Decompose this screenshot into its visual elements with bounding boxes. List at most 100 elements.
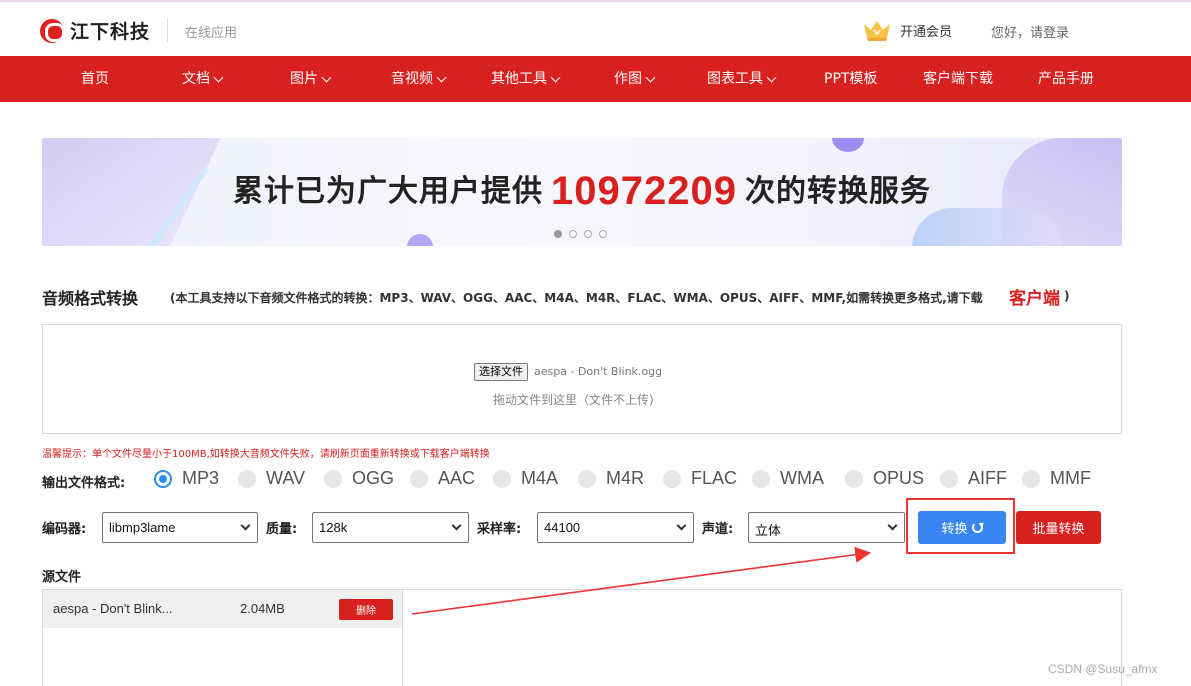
nav-item-ppt-templates[interactable]: PPT模板 bbox=[824, 56, 877, 102]
format-label: M4A bbox=[521, 468, 559, 488]
vip-label: 开通会员 bbox=[900, 24, 953, 40]
format-label: WAV bbox=[266, 468, 305, 488]
site-header: 江下科技 在线应用 开通会员 您好，请登录 bbox=[0, 2, 1191, 56]
source-file-name: aespa - Don't Blink... bbox=[53, 601, 173, 616]
format-option-wav[interactable]: WAV bbox=[238, 468, 305, 489]
carousel-dot[interactable] bbox=[554, 230, 562, 238]
nav-item-chart-tools[interactable]: 图表工具 bbox=[707, 56, 777, 102]
samplerate-value: 44100 bbox=[544, 520, 581, 535]
batch-convert-button[interactable]: 批量转换 bbox=[1016, 511, 1101, 544]
chevron-down-icon bbox=[550, 72, 561, 82]
client-download-link[interactable]: 客户端 bbox=[1009, 284, 1060, 309]
format-label: OGG bbox=[352, 468, 395, 488]
banner-text-before: 累计已为广大用户提供 bbox=[233, 174, 544, 209]
radio-icon[interactable] bbox=[493, 469, 511, 488]
chevron-down-icon bbox=[213, 72, 224, 82]
nav-label: PPT模板 bbox=[824, 71, 878, 87]
encoder-select[interactable]: libmp3lame bbox=[102, 512, 258, 543]
radio-icon[interactable] bbox=[578, 469, 596, 488]
main-nav: 首页 文档 图片 音视频 其他工具 作图 图表工具 PPT模板 客户端下载 产品… bbox=[0, 56, 1191, 102]
nav-label: 产品手册 bbox=[1038, 71, 1094, 87]
format-option-mp3[interactable]: MP3 bbox=[154, 468, 219, 489]
samplerate-label: 采样率: bbox=[477, 522, 522, 537]
radio-icon[interactable] bbox=[1022, 469, 1040, 488]
encoder-value: libmp3lame bbox=[109, 520, 176, 535]
login-link[interactable]: 您好，请登录 bbox=[991, 22, 1069, 41]
source-file-row[interactable]: aespa - Don't Blink... 2.04MB 删除 bbox=[43, 590, 402, 628]
radio-icon[interactable] bbox=[845, 469, 863, 488]
nav-label: 作图 bbox=[614, 71, 642, 87]
nav-item-drawing[interactable]: 作图 bbox=[614, 56, 656, 102]
chevron-down-icon bbox=[436, 72, 447, 82]
format-option-m4r[interactable]: M4R bbox=[578, 468, 644, 489]
source-file-list: aespa - Don't Blink... 2.04MB 删除 bbox=[43, 590, 403, 686]
nav-item-images[interactable]: 图片 bbox=[290, 56, 332, 102]
format-option-wma[interactable]: WMA bbox=[752, 468, 824, 489]
convert-button[interactable]: 转换 bbox=[918, 511, 1006, 544]
stats-banner[interactable]: 累计已为广大用户提供 10972209 次的转换服务 bbox=[42, 138, 1122, 246]
chevron-down-icon bbox=[240, 520, 251, 531]
refresh-icon bbox=[971, 522, 983, 533]
samplerate-select[interactable]: 44100 bbox=[537, 512, 694, 543]
size-warning: 温馨提示：单个文件尽量小于100MB,如转换大音频文件失败，请刷新页面重新转换或… bbox=[42, 449, 490, 460]
carousel-indicators bbox=[554, 230, 614, 238]
nav-item-client-download[interactable]: 客户端下载 bbox=[923, 56, 993, 102]
format-option-opus[interactable]: OPUS bbox=[845, 468, 924, 489]
encoder-label: 编码器: bbox=[42, 522, 87, 537]
format-label: M4R bbox=[606, 468, 645, 488]
nav-label: 其他工具 bbox=[491, 71, 547, 87]
format-label: AIFF bbox=[968, 468, 1007, 488]
format-option-aac[interactable]: AAC bbox=[410, 468, 475, 489]
chevron-down-icon bbox=[645, 72, 656, 82]
nav-item-audio-video[interactable]: 音视频 bbox=[391, 56, 447, 102]
nav-label: 图表工具 bbox=[707, 71, 763, 87]
channel-select[interactable]: 立体 bbox=[748, 512, 905, 543]
nav-label: 文档 bbox=[182, 71, 210, 87]
source-files-panel: aespa - Don't Blink... 2.04MB 删除 bbox=[42, 589, 1122, 686]
nav-item-manual[interactable]: 产品手册 bbox=[1038, 56, 1094, 102]
choose-file-button[interactable]: 选择文件 bbox=[474, 363, 528, 381]
nav-item-other-tools[interactable]: 其他工具 bbox=[491, 56, 561, 102]
radio-icon[interactable] bbox=[238, 469, 256, 488]
nav-label: 首页 bbox=[81, 71, 109, 87]
radio-icon[interactable] bbox=[752, 469, 770, 488]
quality-select[interactable]: 128k bbox=[312, 512, 469, 543]
site-logo[interactable]: 江下科技 bbox=[40, 17, 150, 44]
chevron-down-icon bbox=[887, 520, 898, 531]
delete-file-button[interactable]: 删除 bbox=[339, 599, 393, 620]
carousel-dot[interactable] bbox=[599, 230, 607, 238]
upload-dropzone[interactable]: 选择文件 aespa - Don't Blink.ogg 拖动文件到这里（文件不… bbox=[42, 324, 1122, 434]
crown-icon bbox=[862, 18, 892, 42]
radio-icon[interactable] bbox=[324, 469, 342, 488]
nav-label: 图片 bbox=[290, 71, 318, 87]
header-subtitle: 在线应用 bbox=[185, 26, 238, 41]
logo-icon bbox=[40, 18, 64, 43]
nav-item-home[interactable]: 首页 bbox=[81, 56, 109, 102]
format-label: OPUS bbox=[873, 468, 925, 488]
quality-value: 128k bbox=[319, 520, 348, 535]
radio-selected-icon[interactable] bbox=[154, 469, 172, 488]
format-label: AAC bbox=[438, 468, 476, 488]
radio-icon[interactable] bbox=[663, 469, 681, 488]
format-label: MP3 bbox=[182, 468, 220, 488]
chevron-down-icon bbox=[676, 520, 687, 531]
nav-label: 音视频 bbox=[391, 71, 433, 87]
watermark: CSDN @Susu_afmx bbox=[1048, 662, 1158, 676]
radio-icon[interactable] bbox=[410, 469, 428, 488]
chevron-down-icon bbox=[321, 72, 332, 82]
carousel-dot[interactable] bbox=[584, 230, 592, 238]
radio-icon[interactable] bbox=[940, 469, 958, 488]
format-option-aiff[interactable]: AIFF bbox=[940, 468, 1007, 489]
format-option-flac[interactable]: FLAC bbox=[663, 468, 737, 489]
format-label: WMA bbox=[780, 468, 824, 488]
nav-item-docs[interactable]: 文档 bbox=[182, 56, 224, 102]
format-option-ogg[interactable]: OGG bbox=[324, 468, 394, 489]
logo-text: 江下科技 bbox=[70, 21, 151, 43]
vip-link[interactable]: 开通会员 bbox=[862, 18, 952, 42]
format-option-mmf[interactable]: MMF bbox=[1022, 468, 1091, 489]
tool-description: (本工具支持以下音频文件格式的转换：MP3、WAV、OGG、AAC、M4A、M4… bbox=[170, 291, 983, 305]
drop-hint: 拖动文件到这里（文件不上传) bbox=[493, 393, 654, 407]
tool-title: 音频格式转换 bbox=[42, 289, 139, 308]
format-option-m4a[interactable]: M4A bbox=[493, 468, 558, 489]
carousel-dot[interactable] bbox=[569, 230, 577, 238]
